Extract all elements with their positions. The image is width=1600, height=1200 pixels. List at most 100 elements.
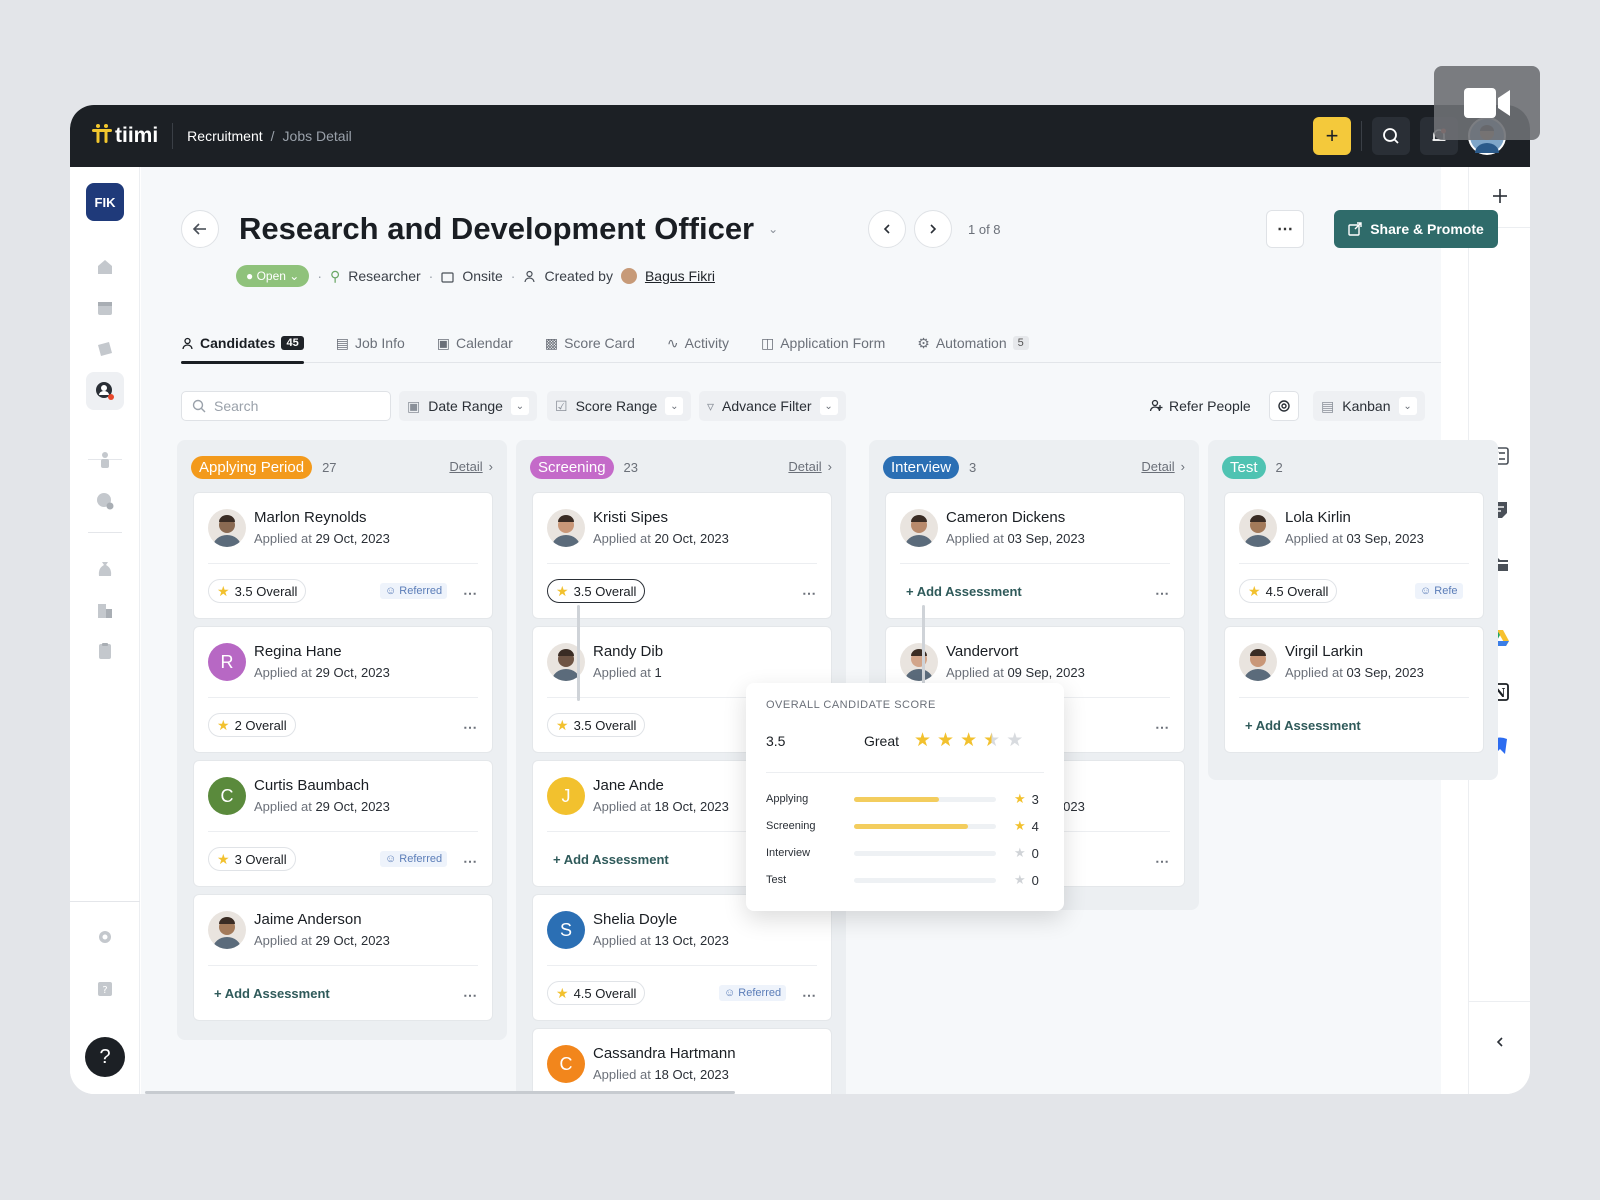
candidate-card[interactable]: C Cassandra Hartmann Applied at 18 Oct, 20… bbox=[532, 1028, 832, 1094]
candidate-card[interactable]: C Curtis Baumbach Applied at 29 Oct, 2023 ★… bbox=[193, 760, 493, 887]
more-icon[interactable]: ⋯ bbox=[1155, 853, 1170, 870]
inbox-icon[interactable] bbox=[95, 339, 115, 359]
next-job-button[interactable] bbox=[914, 210, 952, 248]
horizontal-scrollbar[interactable] bbox=[145, 1091, 735, 1094]
add-assessment-button[interactable]: + Add Assessment bbox=[214, 986, 330, 1001]
person-icon[interactable] bbox=[95, 450, 115, 470]
score-text: 4.5 Overall bbox=[573, 985, 637, 1001]
stage-score: 3 bbox=[1031, 791, 1039, 807]
home-icon[interactable] bbox=[95, 257, 115, 277]
more-icon[interactable]: ⋯ bbox=[802, 585, 817, 602]
referred-badge: ☺ Refe bbox=[1415, 583, 1463, 599]
tab-application-form[interactable]: ◫ Application Form bbox=[761, 329, 885, 363]
more-icon[interactable]: ⋯ bbox=[1155, 719, 1170, 736]
candidate-avatar bbox=[900, 643, 938, 681]
collapse-chevron-icon[interactable] bbox=[1489, 1031, 1511, 1053]
create-button[interactable]: + bbox=[1313, 117, 1351, 155]
referral-icon: ☺ bbox=[385, 853, 400, 865]
money-bag-icon[interactable] bbox=[95, 559, 115, 579]
stage-badge[interactable]: Interview bbox=[883, 455, 960, 479]
candidate-card[interactable]: Lola Kirlin Applied at 03 Sep, 2023 ★ 4.5 O… bbox=[1224, 492, 1484, 619]
question-doc-icon[interactable]: ? bbox=[95, 979, 115, 999]
candidate-card[interactable]: Marlon Reynolds Applied at 29 Oct, 2023 ★ 3… bbox=[193, 492, 493, 619]
column-scrollbar[interactable] bbox=[577, 605, 580, 701]
building-icon[interactable] bbox=[95, 600, 115, 620]
stage-label: Test bbox=[766, 874, 787, 886]
stage-badge[interactable]: Test bbox=[1222, 455, 1266, 479]
tab-automation[interactable]: ⚙ Automation 5 bbox=[917, 329, 1029, 363]
status-badge[interactable]: ● Open ⌄ bbox=[236, 265, 310, 287]
prev-job-button[interactable] bbox=[868, 210, 906, 248]
referred-badge: ☺ Referred bbox=[380, 851, 448, 867]
share-label: Share & Promote bbox=[1370, 221, 1484, 237]
column-detail-link[interactable]: Detail bbox=[788, 459, 832, 474]
more-icon[interactable]: ⋯ bbox=[463, 585, 478, 602]
advance-filter[interactable]: ▿ Advance Filter ⌄ bbox=[699, 391, 846, 421]
recruitment-icon[interactable] bbox=[95, 381, 115, 401]
clipboard-icon[interactable] bbox=[95, 641, 115, 661]
back-button[interactable] bbox=[181, 210, 219, 248]
divider bbox=[547, 965, 817, 966]
add-icon[interactable] bbox=[1489, 185, 1511, 207]
column-detail-link[interactable]: Detail bbox=[449, 459, 493, 474]
more-icon[interactable]: ⋯ bbox=[802, 987, 817, 1004]
more-icon[interactable]: ⋯ bbox=[1155, 585, 1170, 602]
breadcrumb-recruitment[interactable]: Recruitment bbox=[187, 128, 262, 144]
candidate-card[interactable]: Jaime Anderson Applied at 29 Oct, 2023 + A… bbox=[193, 894, 493, 1021]
candidate-card[interactable]: R Regina Hane Applied at 29 Oct, 2023 ★ 2 Ov… bbox=[193, 626, 493, 753]
more-icon[interactable]: ⋯ bbox=[463, 987, 478, 1004]
board-settings-button[interactable] bbox=[1269, 391, 1299, 421]
overall-score-chip[interactable]: ★ 4.5 Overall bbox=[1239, 579, 1338, 603]
candidate-name: Virgil Larkin bbox=[1285, 643, 1364, 660]
candidate-card[interactable]: S Shelia Doyle Applied at 13 Oct, 2023 ★ 4.5… bbox=[532, 894, 832, 1021]
stage-badge[interactable]: Screening bbox=[530, 455, 614, 479]
video-camera-overlay[interactable] bbox=[1434, 66, 1540, 140]
score-text: 3.5 Overall bbox=[234, 583, 298, 599]
calendar-icon[interactable] bbox=[95, 298, 115, 318]
title-dropdown-chevron-icon[interactable]: ⌄ bbox=[768, 222, 778, 236]
more-icon[interactable]: ⋯ bbox=[463, 719, 478, 736]
overall-score-chip[interactable]: ★ 2 Overall bbox=[208, 713, 296, 737]
help-button[interactable]: ? bbox=[85, 1037, 125, 1077]
time-settings-icon[interactable] bbox=[95, 491, 115, 511]
overall-score-chip[interactable]: ★ 3.5 Overall bbox=[208, 579, 307, 603]
search-input[interactable]: Search bbox=[181, 391, 391, 421]
search-button[interactable] bbox=[1372, 117, 1410, 155]
org-logo[interactable]: FIK bbox=[86, 183, 124, 221]
tab-calendar[interactable]: ▣ Calendar bbox=[437, 329, 513, 363]
more-icon[interactable]: ⋯ bbox=[463, 853, 478, 870]
refer-label: Refer People bbox=[1169, 398, 1251, 414]
date-range-filter[interactable]: ▣ Date Range ⌄ bbox=[399, 391, 537, 421]
add-assessment-button[interactable]: + Add Assessment bbox=[1245, 718, 1361, 733]
overall-score-chip[interactable]: ★ 3 Overall bbox=[208, 847, 296, 871]
add-assessment-button[interactable]: + Add Assessment bbox=[906, 584, 1022, 599]
search-placeholder: Search bbox=[214, 398, 259, 414]
brand-logo[interactable]: tiimi bbox=[92, 123, 158, 149]
candidate-card[interactable]: Cameron Dickens Applied at 03 Sep, 2023 + … bbox=[885, 492, 1185, 619]
tab-score-card[interactable]: ▩ Score Card bbox=[545, 329, 635, 363]
candidate-avatar bbox=[208, 509, 246, 547]
kanban-icon: ▤ bbox=[1321, 397, 1335, 414]
overall-score-chip[interactable]: ★ 4.5 Overall bbox=[547, 981, 646, 1005]
candidate-avatar: R bbox=[208, 643, 246, 681]
more-options-button[interactable]: ⋯ bbox=[1266, 210, 1304, 248]
creator-link[interactable]: Bagus Fikri bbox=[645, 268, 715, 284]
stage-badge[interactable]: Applying Period bbox=[191, 455, 313, 479]
column-detail-link[interactable]: Detail bbox=[1141, 459, 1185, 474]
share-promote-button[interactable]: Share & Promote bbox=[1334, 210, 1498, 248]
overall-score-chip[interactable]: ★ 3.5 Overall bbox=[547, 579, 646, 603]
chevron-down-icon: ⌄ bbox=[665, 397, 684, 415]
tab-job-info[interactable]: ▤ Job Info bbox=[336, 329, 405, 363]
tab-activity[interactable]: ∿ Activity bbox=[667, 329, 729, 363]
score-text: 2 Overall bbox=[234, 717, 287, 733]
score-range-filter[interactable]: ☑ Score Range ⌄ bbox=[547, 391, 692, 421]
overall-score-chip[interactable]: ★ 3.5 Overall bbox=[547, 713, 646, 737]
settings-icon[interactable] bbox=[95, 927, 115, 947]
candidate-card[interactable]: Virgil Larkin Applied at 03 Sep, 2023 + Ad… bbox=[1224, 626, 1484, 753]
tab-candidates[interactable]: Candidates 45 bbox=[181, 329, 304, 364]
refer-people-button[interactable]: Refer People bbox=[1149, 391, 1251, 421]
candidate-card[interactable]: Kristi Sipes Applied at 20 Oct, 2023 ★ 3.5 … bbox=[532, 492, 832, 619]
add-assessment-button[interactable]: + Add Assessment bbox=[553, 852, 669, 867]
applied-date: Applied at 20 Oct, 2023 bbox=[593, 531, 729, 546]
view-select[interactable]: ▤ Kanban ⌄ bbox=[1313, 391, 1425, 421]
